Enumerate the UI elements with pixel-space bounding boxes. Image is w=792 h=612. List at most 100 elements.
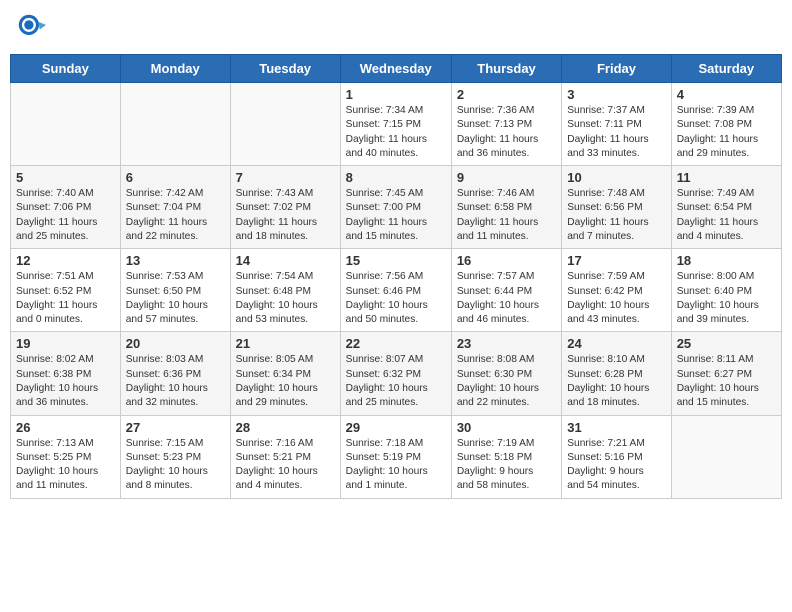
day-info: Sunrise: 7:48 AM Sunset: 6:56 PM Dayligh… [567, 187, 665, 244]
logo-icon [18, 14, 46, 42]
day-number: 28 [236, 420, 335, 435]
day-of-week-header: Friday [562, 55, 671, 83]
calendar-day-cell: 27 Sunrise: 7:15 AM Sunset: 5:23 PM Dayli… [120, 415, 230, 498]
calendar-day-cell: 9 Sunrise: 7:46 AM Sunset: 6:58 PM Daylig… [451, 166, 561, 249]
day-info: Sunrise: 7:57 AM Sunset: 6:44 PM Dayligh… [457, 270, 556, 327]
day-number: 30 [457, 420, 556, 435]
logo [18, 14, 50, 42]
day-number: 5 [16, 170, 115, 185]
day-number: 29 [346, 420, 446, 435]
day-number: 4 [677, 87, 776, 102]
calendar-day-cell: 29 Sunrise: 7:18 AM Sunset: 5:19 PM Dayli… [340, 415, 451, 498]
calendar-day-cell [230, 83, 340, 166]
day-number: 1 [346, 87, 446, 102]
day-info: Sunrise: 7:42 AM Sunset: 7:04 PM Dayligh… [126, 187, 225, 244]
calendar-table: SundayMondayTuesdayWednesdayThursdayFrid… [10, 54, 782, 499]
day-number: 13 [126, 253, 225, 268]
calendar-day-cell: 31 Sunrise: 7:21 AM Sunset: 5:16 PM Dayli… [562, 415, 671, 498]
calendar-day-cell: 17 Sunrise: 7:59 AM Sunset: 6:42 PM Dayli… [562, 249, 671, 332]
day-number: 27 [126, 420, 225, 435]
day-number: 21 [236, 336, 335, 351]
day-info: Sunrise: 8:10 AM Sunset: 6:28 PM Dayligh… [567, 353, 665, 410]
calendar-day-cell: 28 Sunrise: 7:16 AM Sunset: 5:21 PM Dayli… [230, 415, 340, 498]
calendar-day-cell: 21 Sunrise: 8:05 AM Sunset: 6:34 PM Dayli… [230, 332, 340, 415]
calendar-week-row: 1 Sunrise: 7:34 AM Sunset: 7:15 PM Daylig… [11, 83, 782, 166]
day-number: 7 [236, 170, 335, 185]
day-number: 12 [16, 253, 115, 268]
calendar-day-cell: 13 Sunrise: 7:53 AM Sunset: 6:50 PM Dayli… [120, 249, 230, 332]
day-number: 31 [567, 420, 665, 435]
day-number: 11 [677, 170, 776, 185]
day-info: Sunrise: 7:19 AM Sunset: 5:18 PM Dayligh… [457, 437, 556, 494]
day-info: Sunrise: 7:45 AM Sunset: 7:00 PM Dayligh… [346, 187, 446, 244]
day-number: 2 [457, 87, 556, 102]
day-number: 26 [16, 420, 115, 435]
day-number: 10 [567, 170, 665, 185]
calendar-week-row: 19 Sunrise: 8:02 AM Sunset: 6:38 PM Dayli… [11, 332, 782, 415]
calendar-week-row: 5 Sunrise: 7:40 AM Sunset: 7:06 PM Daylig… [11, 166, 782, 249]
calendar-day-cell: 25Sunrise: 8:11 AM Sunset: 6:27 PM Dayli… [671, 332, 781, 415]
day-info: Sunrise: 8:00 AM Sunset: 6:40 PM Dayligh… [677, 270, 776, 327]
calendar-day-cell: 8 Sunrise: 7:45 AM Sunset: 7:00 PM Daylig… [340, 166, 451, 249]
calendar-day-cell: 30 Sunrise: 7:19 AM Sunset: 5:18 PM Dayli… [451, 415, 561, 498]
day-info: Sunrise: 7:51 AM Sunset: 6:52 PM Dayligh… [16, 270, 115, 327]
day-number: 19 [16, 336, 115, 351]
day-info: Sunrise: 7:37 AM Sunset: 7:11 PM Dayligh… [567, 104, 665, 161]
calendar-day-cell [671, 415, 781, 498]
day-info: Sunrise: 7:49 AM Sunset: 6:54 PM Dayligh… [677, 187, 776, 244]
day-of-week-header: Tuesday [230, 55, 340, 83]
calendar-day-cell: 1 Sunrise: 7:34 AM Sunset: 7:15 PM Daylig… [340, 83, 451, 166]
day-info: Sunrise: 7:59 AM Sunset: 6:42 PM Dayligh… [567, 270, 665, 327]
day-info: Sunrise: 8:05 AM Sunset: 6:34 PM Dayligh… [236, 353, 335, 410]
day-info: Sunrise: 7:56 AM Sunset: 6:46 PM Dayligh… [346, 270, 446, 327]
day-number: 17 [567, 253, 665, 268]
day-info: Sunrise: 7:40 AM Sunset: 7:06 PM Dayligh… [16, 187, 115, 244]
calendar-header-row: SundayMondayTuesdayWednesdayThursdayFrid… [11, 55, 782, 83]
day-number: 20 [126, 336, 225, 351]
page-header [10, 10, 782, 46]
day-info: Sunrise: 7:54 AM Sunset: 6:48 PM Dayligh… [236, 270, 335, 327]
calendar-day-cell: 26Sunrise: 7:13 AM Sunset: 5:25 PM Dayli… [11, 415, 121, 498]
day-info: Sunrise: 8:03 AM Sunset: 6:36 PM Dayligh… [126, 353, 225, 410]
calendar-day-cell: 19 Sunrise: 8:02 AM Sunset: 6:38 PM Dayli… [11, 332, 121, 415]
calendar-day-cell: 12 Sunrise: 7:51 AM Sunset: 6:52 PM Dayli… [11, 249, 121, 332]
day-number: 9 [457, 170, 556, 185]
calendar-day-cell: 23 Sunrise: 8:08 AM Sunset: 6:30 PM Dayli… [451, 332, 561, 415]
calendar-day-cell: 11 Sunrise: 7:49 AM Sunset: 6:54 PM Dayli… [671, 166, 781, 249]
calendar-day-cell: 4 Sunrise: 7:39 AM Sunset: 7:08 PM Daylig… [671, 83, 781, 166]
calendar-day-cell: 22 Sunrise: 8:07 AM Sunset: 6:32 PM Dayli… [340, 332, 451, 415]
day-number: 22 [346, 336, 446, 351]
calendar-day-cell: 14Sunrise: 7:54 AM Sunset: 6:48 PM Dayli… [230, 249, 340, 332]
day-of-week-header: Wednesday [340, 55, 451, 83]
calendar-day-cell: 3Sunrise: 7:37 AM Sunset: 7:11 PM Daylig… [562, 83, 671, 166]
day-info: Sunrise: 8:11 AM Sunset: 6:27 PM Dayligh… [677, 353, 776, 410]
day-info: Sunrise: 8:07 AM Sunset: 6:32 PM Dayligh… [346, 353, 446, 410]
day-info: Sunrise: 7:34 AM Sunset: 7:15 PM Dayligh… [346, 104, 446, 161]
calendar-day-cell: 10 Sunrise: 7:48 AM Sunset: 6:56 PM Dayli… [562, 166, 671, 249]
day-number: 24 [567, 336, 665, 351]
calendar-week-row: 12 Sunrise: 7:51 AM Sunset: 6:52 PM Dayli… [11, 249, 782, 332]
day-info: Sunrise: 8:02 AM Sunset: 6:38 PM Dayligh… [16, 353, 115, 410]
day-info: Sunrise: 7:53 AM Sunset: 6:50 PM Dayligh… [126, 270, 225, 327]
day-info: Sunrise: 7:43 AM Sunset: 7:02 PM Dayligh… [236, 187, 335, 244]
calendar-day-cell [120, 83, 230, 166]
day-of-week-header: Thursday [451, 55, 561, 83]
calendar-day-cell: 2Sunrise: 7:36 AM Sunset: 7:13 PM Daylig… [451, 83, 561, 166]
day-number: 23 [457, 336, 556, 351]
calendar-day-cell: 15 Sunrise: 7:56 AM Sunset: 6:46 PM Dayli… [340, 249, 451, 332]
day-info: Sunrise: 7:21 AM Sunset: 5:16 PM Dayligh… [567, 437, 665, 494]
day-info: Sunrise: 7:46 AM Sunset: 6:58 PM Dayligh… [457, 187, 556, 244]
day-info: Sunrise: 7:39 AM Sunset: 7:08 PM Dayligh… [677, 104, 776, 161]
day-info: Sunrise: 7:18 AM Sunset: 5:19 PM Dayligh… [346, 437, 446, 494]
calendar-day-cell: 7 Sunrise: 7:43 AM Sunset: 7:02 PM Daylig… [230, 166, 340, 249]
calendar-day-cell: 16Sunrise: 7:57 AM Sunset: 6:44 PM Dayli… [451, 249, 561, 332]
day-of-week-header: Monday [120, 55, 230, 83]
day-number: 15 [346, 253, 446, 268]
day-of-week-header: Saturday [671, 55, 781, 83]
day-info: Sunrise: 8:08 AM Sunset: 6:30 PM Dayligh… [457, 353, 556, 410]
calendar-day-cell: 24 Sunrise: 8:10 AM Sunset: 6:28 PM Dayli… [562, 332, 671, 415]
day-number: 8 [346, 170, 446, 185]
day-info: Sunrise: 7:15 AM Sunset: 5:23 PM Dayligh… [126, 437, 225, 494]
calendar-day-cell: 18Sunrise: 8:00 AM Sunset: 6:40 PM Dayli… [671, 249, 781, 332]
day-info: Sunrise: 7:16 AM Sunset: 5:21 PM Dayligh… [236, 437, 335, 494]
